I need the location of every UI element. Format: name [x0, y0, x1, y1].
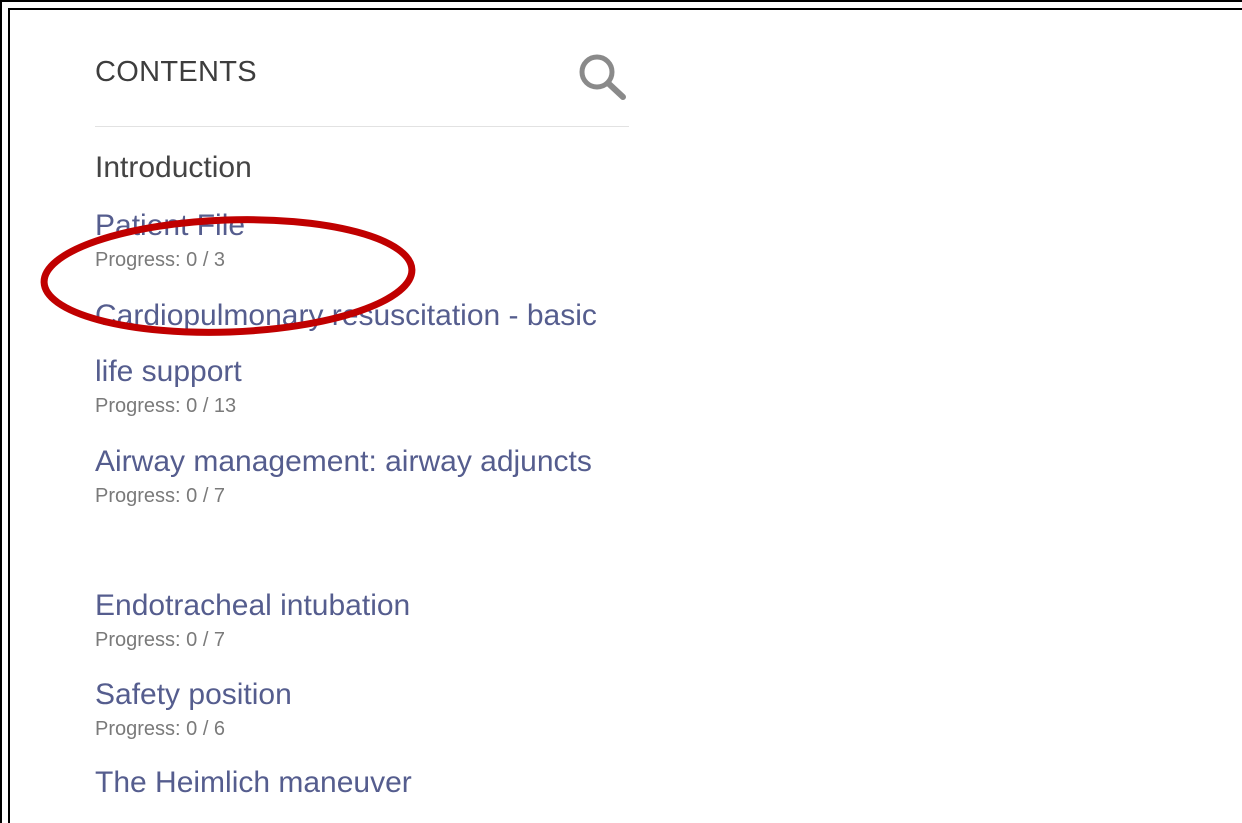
toc-item-progress: Progress: 0 / 3: [95, 249, 226, 271]
toc-item-patient-file: Patient File Progress: 0 / 3: [95, 198, 629, 272]
toc-item-progress: Progress: 0 / 13: [95, 395, 237, 417]
toc-item-title[interactable]: Safety position: [95, 667, 629, 723]
toc-item-title[interactable]: Cardiopulmonary resuscitation - basic li…: [95, 288, 629, 400]
toc-item-airway-management: Airway management: airway adjuncts Progr…: [95, 434, 629, 508]
toc-header: CONTENTS: [95, 0, 629, 127]
toc-item-title[interactable]: Patient File: [95, 198, 629, 254]
toc-item-title[interactable]: The Heimlich maneuver: [95, 755, 629, 811]
table-of-contents: CONTENTS Introduction Patient File Progr…: [95, 0, 629, 799]
search-icon: [579, 54, 626, 100]
toc-intro: Introduction: [95, 151, 252, 184]
toc-item-safety-position: Safety position Progress: 0 / 6: [95, 667, 629, 741]
search-button[interactable]: [577, 52, 627, 100]
toc-title: CONTENTS: [95, 56, 257, 88]
toc-item-heimlich-maneuver: The Heimlich maneuver: [95, 755, 629, 811]
toc-item-cpr-bls: Cardiopulmonary resuscitation - basic li…: [95, 288, 629, 418]
toc-item-progress: Progress: 0 / 6: [95, 718, 226, 740]
toc-item-title[interactable]: Endotracheal intubation: [95, 578, 629, 634]
toc-item-title[interactable]: Airway management: airway adjuncts: [95, 434, 629, 490]
toc-item-endotracheal-intubation: Endotracheal intubation Progress: 0 / 7: [95, 578, 629, 652]
